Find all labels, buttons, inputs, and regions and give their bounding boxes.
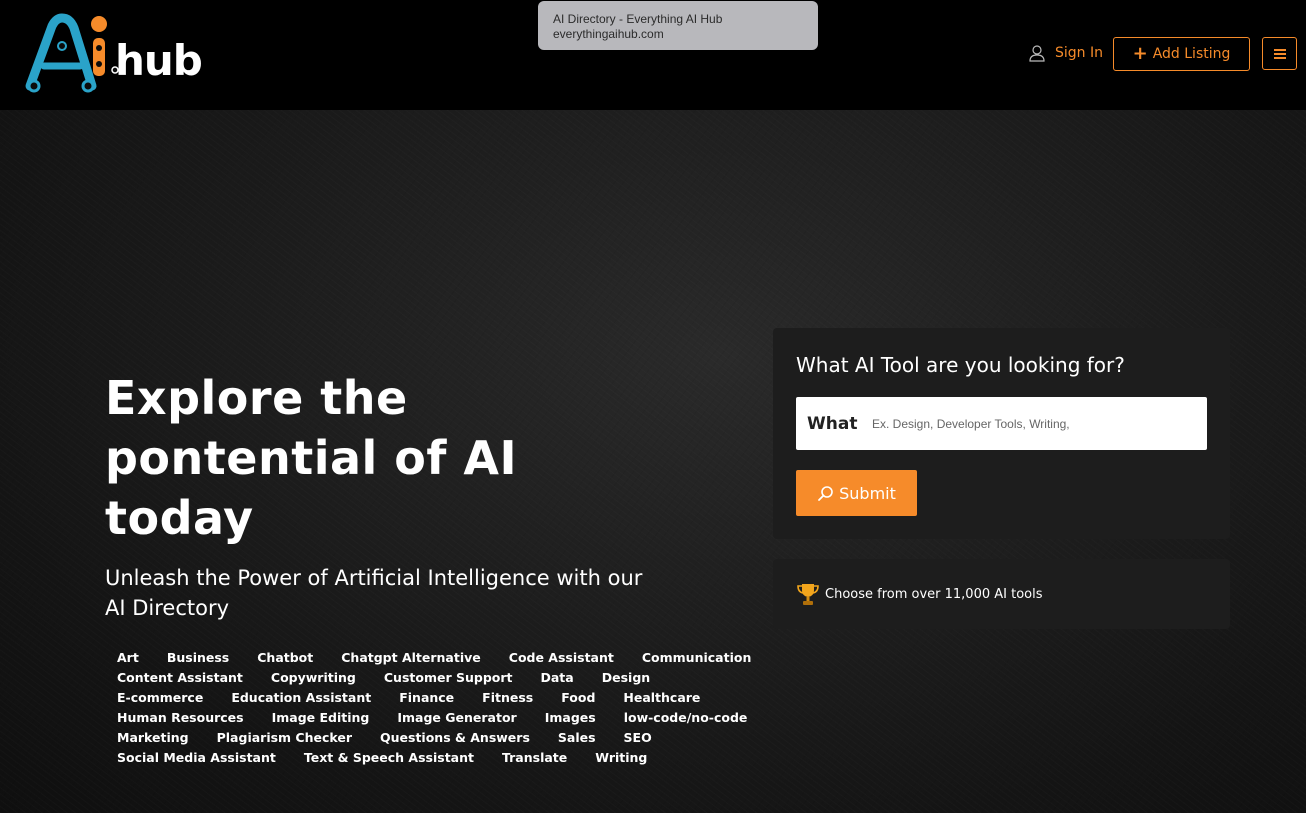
headline-line: today (105, 491, 254, 545)
tag-row: E-commerce Education Assistant Finance F… (105, 687, 745, 707)
category-tag[interactable]: Writing (595, 750, 647, 765)
hero-subheadline: Unleash the Power of Artificial Intellig… (105, 563, 685, 623)
hamburger-icon (1273, 48, 1286, 59)
submit-label: Submit (839, 483, 896, 503)
category-tag[interactable]: Healthcare (623, 690, 700, 705)
category-tag[interactable]: Image Generator (397, 710, 516, 725)
tooltip-title: AI Directory - Everything AI Hub (553, 12, 723, 26)
category-tag[interactable]: Customer Support (384, 670, 513, 685)
what-field: What (796, 397, 1207, 450)
add-listing-button[interactable]: + Add Listing (1113, 37, 1250, 71)
category-tag[interactable]: Content Assistant (117, 670, 243, 685)
category-tag[interactable]: E-commerce (117, 690, 203, 705)
category-tag[interactable]: Finance (399, 690, 454, 705)
category-tag[interactable]: Education Assistant (231, 690, 371, 705)
subheadline-line: AI Directory (105, 596, 230, 620)
user-icon (1029, 45, 1045, 62)
category-tag[interactable]: Marketing (117, 730, 189, 745)
category-tag[interactable]: Questions & Answers (380, 730, 530, 745)
category-tag[interactable]: Images (545, 710, 596, 725)
search-input[interactable] (872, 416, 1192, 431)
category-tag[interactable]: Food (561, 690, 595, 705)
site-header: hub AI Directory - Everything AI Hub eve… (0, 0, 1306, 110)
plus-icon: + (1132, 43, 1148, 64)
category-tag[interactable]: Fitness (482, 690, 533, 705)
category-tag[interactable]: Design (602, 670, 650, 685)
headline-line: Explore the (105, 371, 408, 425)
category-tag[interactable]: Chatgpt Alternative (341, 650, 481, 665)
aihub-logo[interactable]: hub (22, 12, 212, 96)
category-tag[interactable]: Image Editing (272, 710, 370, 725)
subheadline-line: Unleash the Power of Artificial Intellig… (105, 566, 643, 590)
menu-button[interactable] (1262, 37, 1297, 70)
category-tag[interactable]: Translate (502, 750, 567, 765)
sign-in-label: Sign In (1055, 45, 1103, 61)
category-tag[interactable]: Human Resources (117, 710, 244, 725)
category-tag[interactable]: low-code/no-code (624, 710, 748, 725)
search-question: What AI Tool are you looking for? (796, 353, 1125, 377)
sign-in-link[interactable]: Sign In (1028, 42, 1103, 64)
category-tag[interactable]: Business (167, 650, 229, 665)
submit-button[interactable]: Submit (796, 470, 917, 516)
add-listing-label: Add Listing (1152, 46, 1231, 62)
search-icon (818, 486, 833, 501)
category-tag[interactable]: Text & Speech Assistant (304, 750, 474, 765)
svg-text:hub: hub (115, 36, 202, 85)
category-tags: Art Business Chatbot Chatgpt Alternative… (105, 647, 751, 767)
hero-section: Explore the pontential of AI today Unlea… (0, 110, 1306, 813)
category-tag[interactable]: Copywriting (271, 670, 356, 685)
tools-count-panel: Choose from over 11,000 AI tools (773, 559, 1230, 629)
what-label: What (807, 413, 858, 434)
tools-count-text: Choose from over 11,000 AI tools (825, 586, 1043, 602)
category-tag[interactable]: Art (117, 650, 139, 665)
search-panel: What AI Tool are you looking for? What S… (773, 328, 1230, 539)
category-tag[interactable]: Communication (642, 650, 752, 665)
headline-line: pontential of AI (105, 431, 518, 485)
browser-tab-tooltip: AI Directory - Everything AI Hub everyth… (538, 1, 818, 50)
tooltip-url: everythingaihub.com (553, 27, 664, 41)
trophy-icon (797, 584, 819, 605)
category-tag[interactable]: Sales (558, 730, 596, 745)
category-tag[interactable]: Social Media Assistant (117, 750, 276, 765)
category-tag[interactable]: Chatbot (257, 650, 313, 665)
category-tag[interactable]: Code Assistant (509, 650, 614, 665)
tag-row: Human Resources Image Editing Image Gene… (105, 707, 748, 727)
tag-row: Marketing Plagiarism Checker Questions &… (105, 727, 745, 747)
tag-row: Content Assistant Copywriting Customer S… (105, 667, 745, 687)
tag-row: Social Media Assistant Text & Speech Ass… (105, 747, 745, 767)
category-tag[interactable]: SEO (624, 730, 652, 745)
tag-row: Art Business Chatbot Chatgpt Alternative… (105, 647, 751, 667)
hero-headline: Explore the pontential of AI today (105, 368, 525, 548)
category-tag[interactable]: Plagiarism Checker (217, 730, 352, 745)
category-tag[interactable]: Data (541, 670, 574, 685)
